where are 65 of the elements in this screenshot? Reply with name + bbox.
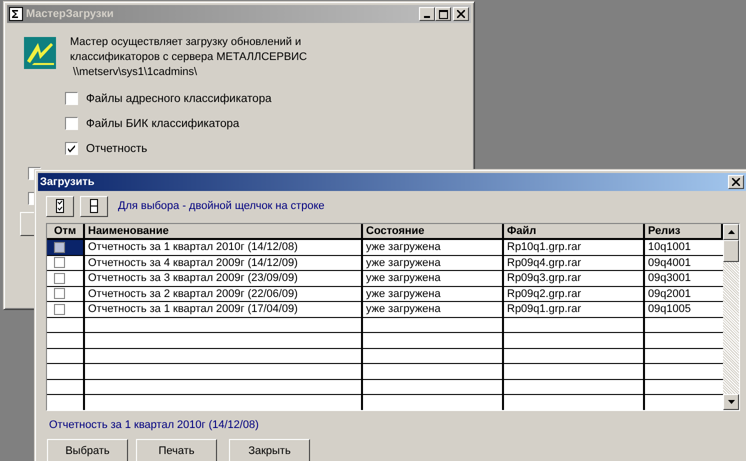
- table-cell: 09q3001: [648, 272, 691, 284]
- window-title: МастерЗагрузки: [26, 8, 115, 20]
- close-icon: [732, 178, 740, 186]
- table-row[interactable]: Отчетность за 3 квартал 2009г (23/09/09) уже загружена Rp09q3.grp.rar 09q3001: [47, 271, 723, 286]
- column-header[interactable]: Отм: [47, 224, 85, 238]
- table-cell: 09q1005: [648, 303, 691, 316]
- status-text: Отчетность за 1 квартал 2010г (14/12/08): [49, 419, 260, 431]
- column-header[interactable]: Релиз: [645, 224, 723, 238]
- table-cell: 09q4001: [648, 256, 691, 269]
- column-header[interactable]: Наименование: [85, 224, 363, 238]
- table-cell: Отчетность за 4 квартал 2009г (14/12/09): [88, 256, 298, 269]
- checkbox[interactable]: [65, 142, 78, 155]
- table-row[interactable]: Отчетность за 2 квартал 2009г (22/06/09) уже загружена Rp09q2.grp.rar 09q2001: [47, 286, 723, 302]
- checkbox-label: Файлы БИК классификатора: [86, 118, 240, 130]
- row-checkbox[interactable]: [54, 242, 65, 253]
- checkbox-label: Файлы адресного классификатора: [86, 92, 272, 104]
- table-cell: Rp09q3.grp.rar: [507, 272, 581, 284]
- maximize-icon: [438, 10, 448, 18]
- select-all-button[interactable]: [46, 196, 74, 216]
- close-button[interactable]: [728, 175, 744, 189]
- table-cell: Rp10q1.grp.rar: [507, 241, 581, 254]
- dialog-title: Загрузить: [40, 176, 96, 188]
- table-cell: Отчетность за 3 квартал 2009г (23/09/09): [88, 272, 298, 284]
- description-text: \\metserv\sys1\1cadmins\: [72, 65, 198, 80]
- table-cell: 09q2001: [648, 288, 691, 300]
- checkbox[interactable]: [65, 92, 78, 105]
- table-cell: Rp09q4.grp.rar: [507, 256, 581, 269]
- hint-text: Для выбора - двойной щелчок на строке: [118, 200, 325, 212]
- down-arrow-icon: [728, 400, 734, 404]
- row-checkbox[interactable]: [54, 257, 65, 268]
- table-cell: 10q1001: [648, 241, 691, 254]
- table-cell: уже загружена: [366, 272, 441, 284]
- table-cell: Отчетность за 1 квартал 2010г (14/12/08): [88, 241, 298, 254]
- scroll-thumb[interactable]: [723, 240, 739, 262]
- checkbox-label: Отчетность: [86, 142, 148, 154]
- checked-boxes-icon: [56, 199, 64, 213]
- row-checkbox[interactable]: [54, 288, 65, 300]
- logo-icon: [24, 37, 56, 69]
- table-row[interactable]: Отчетность за 1 квартал 2009г (17/04/09) уже загружена Rp09q1.grp.rar 09q1005: [47, 302, 723, 318]
- column-header[interactable]: Файл: [504, 224, 645, 238]
- close-icon: [457, 10, 465, 18]
- table-cell: уже загружена: [366, 256, 441, 269]
- description-text: Мастер осуществляет загрузку обновлений и: [70, 35, 302, 50]
- table-cell: уже загружена: [366, 288, 441, 300]
- dialog-button[interactable]: Закрыть: [229, 439, 310, 461]
- dialog-button[interactable]: Печать: [136, 439, 217, 461]
- empty-boxes-icon: [90, 199, 98, 213]
- checkbox[interactable]: [65, 117, 78, 130]
- scrollbar[interactable]: [723, 224, 739, 410]
- up-arrow-icon: [728, 230, 734, 234]
- column-header[interactable]: Состояние: [363, 224, 504, 238]
- table-cell: Rp09q1.grp.rar: [507, 303, 581, 316]
- deselect-all-button[interactable]: [80, 196, 108, 216]
- dialog-button[interactable]: Выбрать: [47, 439, 128, 461]
- table-cell: Отчетность за 2 квартал 2009г (22/06/09): [88, 288, 298, 300]
- table-row[interactable]: Отчетность за 1 квартал 2010г (14/12/08) уже загружена Rp10q1.grp.rar 10q1001: [47, 240, 723, 256]
- table-cell: уже загружена: [366, 241, 441, 254]
- table-row[interactable]: Отчетность за 4 квартал 2009г (14/12/09) уже загружена Rp09q4.grp.rar 09q4001: [47, 256, 723, 271]
- row-checkbox[interactable]: [54, 272, 65, 284]
- row-checkbox[interactable]: [54, 304, 65, 315]
- table-cell: уже загружена: [366, 303, 441, 316]
- table-cell: Rp09q2.grp.rar: [507, 288, 581, 300]
- table-cell: Отчетность за 1 квартал 2009г (17/04/09): [88, 303, 298, 316]
- description-text: классификаторов с сервера МЕТАЛЛСЕРВИС: [70, 50, 308, 65]
- sigma-icon: [9, 7, 23, 21]
